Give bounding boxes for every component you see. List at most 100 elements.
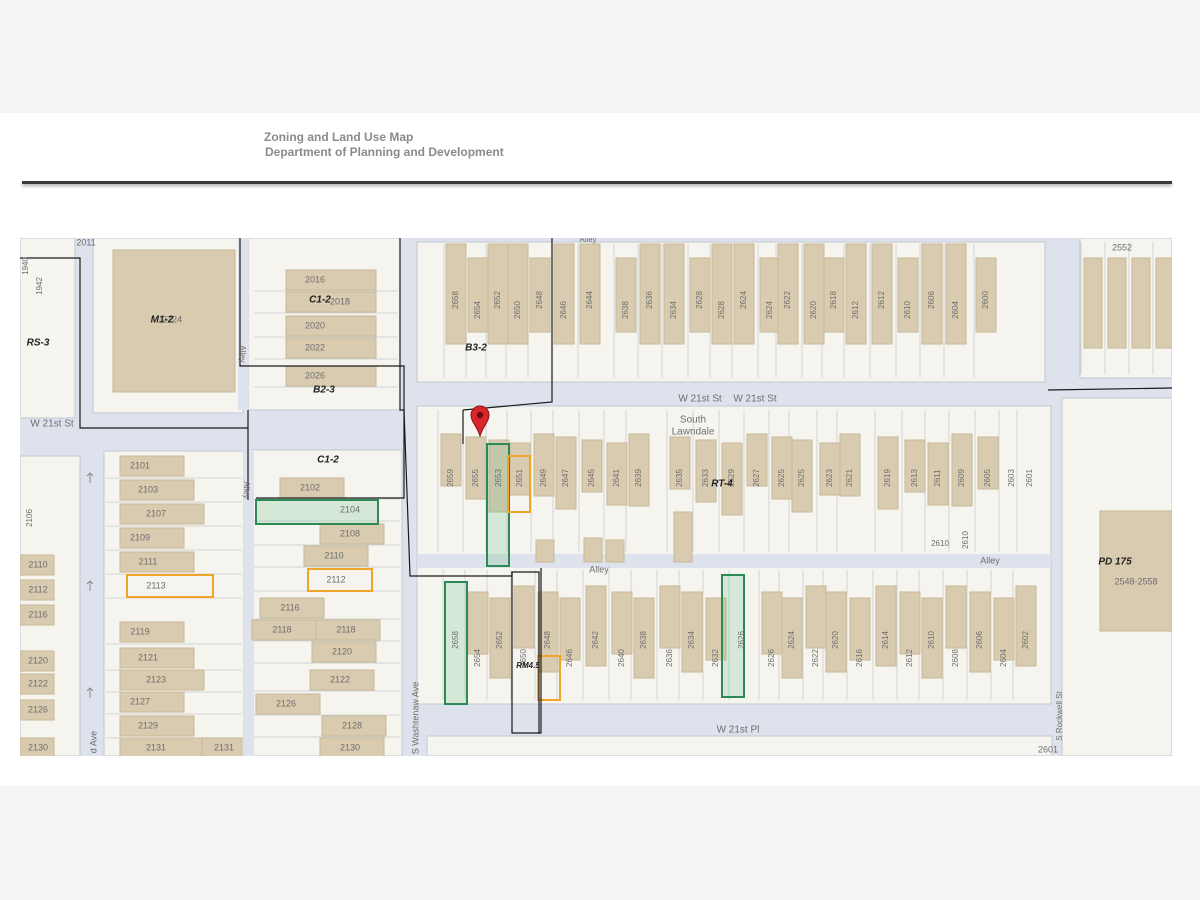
- address-label: 2650: [513, 301, 522, 319]
- address-label: 2658: [451, 291, 460, 309]
- building[interactable]: [659, 585, 681, 649]
- address-label: 2018: [330, 296, 350, 306]
- street-label: W 21st St: [678, 394, 722, 405]
- building[interactable]: [513, 585, 535, 649]
- page-subtitle: Department of Planning and Development: [265, 145, 504, 159]
- address-label: 2123: [146, 674, 166, 684]
- street-label: Alley: [238, 345, 247, 362]
- block-south-strip: [426, 735, 1053, 756]
- building[interactable]: [945, 585, 967, 649]
- address-label: 2624: [787, 631, 796, 649]
- address-label: 2633: [701, 469, 710, 487]
- address-label: 1942: [35, 277, 44, 295]
- address-label: 2649: [539, 469, 548, 487]
- address-label: 2619: [883, 469, 892, 487]
- building-pd175[interactable]: [1099, 510, 1172, 632]
- address-label: 2641: [612, 469, 621, 487]
- building[interactable]: [711, 243, 733, 345]
- address-label: 2622: [811, 649, 820, 667]
- address-label: 2658: [451, 631, 460, 649]
- building[interactable]: [585, 585, 607, 667]
- page-title: Zoning and Land Use Map: [264, 130, 414, 144]
- address-label: 2130: [28, 742, 48, 752]
- building[interactable]: [899, 591, 921, 655]
- zoning-map[interactable]: 2658 2654 2652 2650 2648 2646 2644 2638 2636 2634…: [20, 238, 1172, 756]
- address-label: 2605: [983, 469, 992, 487]
- building[interactable]: [535, 539, 555, 563]
- address-label: 2116: [28, 609, 47, 619]
- building[interactable]: [875, 585, 897, 667]
- building[interactable]: [611, 591, 633, 655]
- address-label: 2640: [617, 649, 626, 667]
- address-label: 2110: [28, 559, 47, 569]
- building[interactable]: [1015, 585, 1037, 667]
- building[interactable]: [507, 243, 529, 345]
- building[interactable]: [465, 436, 487, 500]
- street-label: S Washtenaw Ave: [410, 682, 420, 755]
- address-label: 2026: [305, 370, 325, 380]
- address-label: 2606: [975, 631, 984, 649]
- zoning-district-label: RT-4: [711, 479, 733, 490]
- address-label: 2646: [559, 301, 568, 319]
- parcel-highlight-green[interactable]: [486, 443, 510, 567]
- address-label: 2610: [931, 539, 949, 548]
- building[interactable]: [897, 257, 919, 333]
- building[interactable]: [285, 365, 377, 387]
- address-label: 2127: [130, 696, 150, 706]
- address-label: 2104: [340, 504, 360, 514]
- address-label: 2131: [214, 742, 234, 752]
- zoning-district-label: M1-2: [151, 315, 174, 326]
- building[interactable]: [845, 243, 867, 345]
- address-label: 2122: [330, 674, 350, 684]
- address-label: 2612: [851, 301, 860, 319]
- building[interactable]: [583, 537, 603, 563]
- alley-middle[interactable]: [417, 554, 1051, 568]
- building[interactable]: [759, 257, 781, 333]
- address-label: 2131: [146, 742, 166, 752]
- address-label: 2613: [910, 469, 919, 487]
- address-label: 2604: [999, 649, 1008, 667]
- building[interactable]: [615, 257, 637, 333]
- address-label: 2627: [752, 469, 761, 487]
- building[interactable]: [805, 585, 827, 649]
- address-label: 2636: [645, 291, 654, 309]
- address-label: 2616: [855, 649, 864, 667]
- building[interactable]: [761, 591, 783, 655]
- building[interactable]: [1131, 257, 1151, 349]
- header-divider: [22, 181, 1172, 184]
- building[interactable]: [605, 539, 625, 563]
- address-label: 2645: [587, 469, 596, 487]
- building[interactable]: [285, 337, 377, 359]
- address-label: 2628: [717, 301, 726, 319]
- address-label: 2601: [1038, 744, 1058, 754]
- building[interactable]: [945, 243, 967, 345]
- address-label: 2016: [305, 274, 325, 284]
- address-label: 2642: [591, 631, 600, 649]
- address-label: 2112: [326, 574, 345, 584]
- building[interactable]: [553, 243, 575, 345]
- address-label: 2602: [1021, 631, 1030, 649]
- building[interactable]: [1083, 257, 1103, 349]
- building[interactable]: [285, 269, 377, 291]
- address-label: 2634: [687, 631, 696, 649]
- address-label: 2121: [138, 652, 158, 662]
- building[interactable]: [1155, 257, 1172, 349]
- address-label: 2612: [905, 649, 914, 667]
- building[interactable]: [803, 243, 825, 345]
- address-label: 2103: [138, 484, 158, 494]
- building[interactable]: [285, 315, 377, 337]
- building[interactable]: [663, 243, 685, 345]
- address-label: 2601: [1025, 469, 1034, 487]
- address-label: 2011: [76, 238, 95, 247]
- address-label: 2101: [130, 460, 150, 470]
- address-label: 2626: [767, 649, 776, 667]
- building[interactable]: [771, 436, 793, 500]
- building[interactable]: [673, 511, 693, 563]
- address-label: 2622: [783, 291, 792, 309]
- building[interactable]: [467, 257, 489, 333]
- address-label: 2126: [276, 698, 296, 708]
- street-label: Alley: [589, 564, 609, 574]
- building[interactable]: [1107, 257, 1127, 349]
- building[interactable]: [467, 591, 489, 655]
- address-label: 2108: [340, 528, 360, 538]
